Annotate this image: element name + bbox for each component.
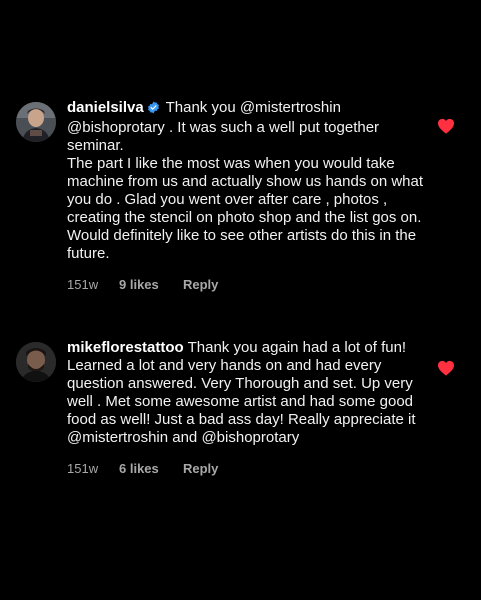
avatar[interactable]	[16, 102, 56, 142]
comment-text: mikeflorestattoo Thank you again had a l…	[67, 339, 427, 447]
like-heart-icon[interactable]	[437, 360, 455, 376]
avatar[interactable]	[16, 342, 56, 382]
comment-likes-count[interactable]: 6 likes	[119, 461, 183, 477]
username[interactable]: danielsilva	[67, 99, 144, 116]
comment-text-paragraph: The part I like the most was when you wo…	[67, 155, 424, 262]
comment-meta: 151w 6 likes Reply	[67, 461, 427, 477]
like-heart-icon[interactable]	[437, 118, 455, 134]
reply-button[interactable]: Reply	[183, 461, 218, 477]
comment-likes-count[interactable]: 9 likes	[119, 277, 183, 293]
comment-body: mikeflorestattoo Thank you again had a l…	[67, 339, 427, 477]
comment-timestamp[interactable]: 151w	[67, 461, 119, 477]
reply-button[interactable]: Reply	[183, 277, 218, 293]
comment-timestamp[interactable]: 151w	[67, 277, 119, 293]
comment-body: danielsilva Thank you @mistertroshin @bi…	[67, 99, 427, 293]
comment-text: danielsilva Thank you @mistertroshin @bi…	[67, 99, 427, 155]
avatar-photo-icon	[16, 102, 56, 142]
avatar-photo-icon	[16, 342, 56, 382]
comment-meta: 151w 9 likes Reply	[67, 277, 427, 293]
verified-badge-icon	[147, 101, 160, 119]
username[interactable]: mikeflorestattoo	[67, 339, 184, 356]
